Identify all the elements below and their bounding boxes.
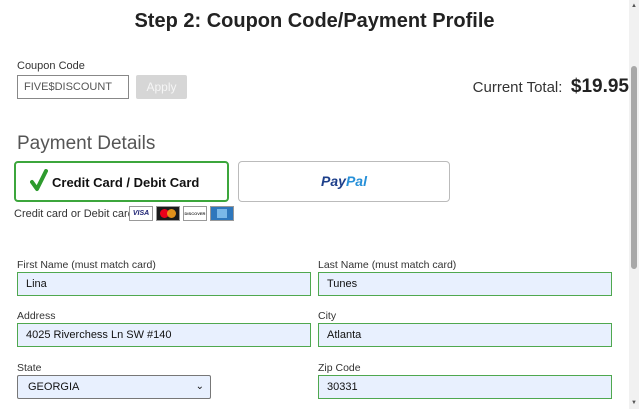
chevron-down-icon: ⌄ [195,381,204,392]
credit-card-option-button[interactable]: Credit Card / Debit Card [14,161,229,202]
payment-details-heading: Payment Details [17,133,156,154]
paypal-logo-pay: Pay [321,173,346,189]
coupon-code-label: Coupon Code [17,60,85,72]
scroll-down-icon[interactable]: ▼ [629,397,639,409]
first-name-input[interactable]: Lina [17,272,311,296]
state-label: State [17,362,42,374]
address-label: Address [17,310,56,322]
payment-step-page: Step 2: Coupon Code/Payment Profile Coup… [0,0,629,409]
discover-icon: DISCOVER [183,206,207,221]
accepted-card-logos: VISA DISCOVER [129,206,234,221]
paypal-option-button[interactable]: PayPal [238,161,450,202]
zip-code-input[interactable]: 30331 [318,375,612,399]
scroll-up-icon[interactable]: ▲ [629,0,639,12]
visa-icon: VISA [129,206,153,221]
city-label: City [318,310,337,322]
paypal-logo-pal: Pal [345,173,367,189]
current-total: Current Total: $19.95 [329,76,629,98]
amex-icon [210,206,234,221]
accepted-cards-label: Credit card or Debit card: [14,208,137,220]
state-select[interactable]: GEORGIA ⌄ [17,375,211,399]
vertical-scrollbar[interactable]: ▲ ▼ [629,0,639,409]
coupon-code-input[interactable]: FIVE$DISCOUNT [17,75,129,99]
city-input[interactable]: Atlanta [318,323,612,347]
last-name-input[interactable]: Tunes [318,272,612,296]
paypal-logo: PayPal [239,173,449,189]
first-name-label: First Name (must match card) [17,259,156,271]
zip-code-label: Zip Code [318,362,361,374]
credit-card-option-label: Credit Card / Debit Card [52,175,200,190]
checkmark-icon [30,169,48,191]
last-name-label: Last Name (must match card) [318,259,457,271]
mastercard-icon [156,206,180,221]
address-input[interactable]: 4025 Riverchess Ln SW #140 [17,323,311,347]
scrollbar-thumb[interactable] [631,66,637,269]
state-select-value: GEORGIA [28,381,80,393]
current-total-value: $19.95 [570,76,629,97]
current-total-label: Current Total: [472,79,563,96]
apply-coupon-button[interactable]: Apply [136,75,187,99]
page-title: Step 2: Coupon Code/Payment Profile [134,10,495,32]
